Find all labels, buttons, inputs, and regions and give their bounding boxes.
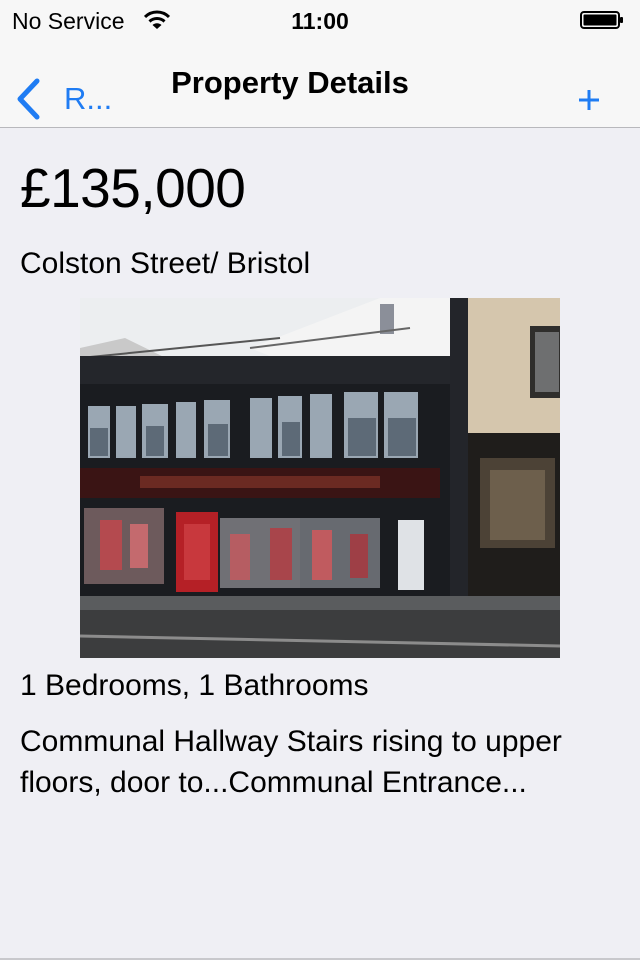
property-price: £135,000	[20, 157, 246, 219]
status-bar: No Service 11:00	[0, 0, 640, 40]
property-photo	[80, 298, 560, 658]
status-time: 11:00	[291, 8, 349, 34]
battery-icon	[580, 11, 623, 29]
navigation-bar: R... Property Details	[0, 40, 640, 128]
plus-icon[interactable]	[574, 85, 604, 115]
property-description: Communal Hallway Stairs rising to upper …	[20, 725, 562, 799]
property-rooms: 1 Bedrooms, 1 Bathrooms	[20, 669, 369, 702]
page-title: Property Details	[171, 65, 409, 100]
property-address: Colston Street/ Bristol	[20, 247, 311, 280]
